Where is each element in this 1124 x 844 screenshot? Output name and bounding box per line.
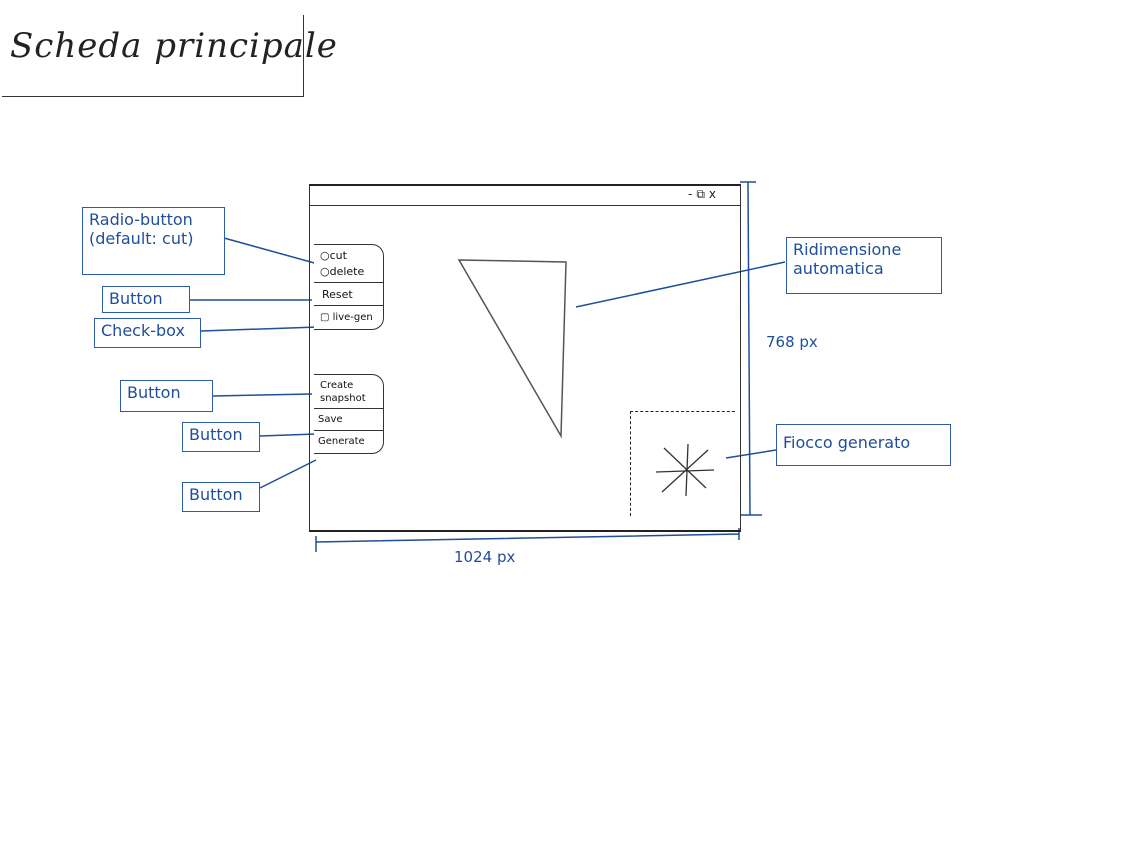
create-snapshot-label-line1: Create <box>320 380 354 391</box>
annotation-create-button: Button <box>120 380 213 412</box>
reset-button[interactable]: Reset <box>314 283 383 306</box>
window-controls: - ⧉ x <box>688 187 716 202</box>
radio-cut-label: cut <box>329 249 347 262</box>
action-panel: Create snapshot Save Generate <box>314 374 384 454</box>
width-label: 1024 px <box>454 548 516 566</box>
checkbox-icon: ▢ <box>320 312 330 323</box>
radio-cut[interactable]: ○cut <box>314 245 383 264</box>
create-snapshot-label-line2: snapshot <box>320 393 366 404</box>
create-snapshot-button[interactable]: Create snapshot <box>314 375 383 409</box>
height-dimension-line <box>740 181 762 516</box>
annotation-checkbox: Check-box <box>94 318 201 348</box>
tool-panel: ○cut ○delete Reset ▢ live-gen <box>314 244 384 330</box>
radio-icon: ○ <box>320 249 330 262</box>
annotation-radio: Radio-button (default: cut) <box>82 207 225 275</box>
close-button[interactable]: x <box>709 187 716 202</box>
annotation-save-button: Button <box>182 422 260 452</box>
generate-connector <box>259 459 317 489</box>
radio-connector <box>223 237 319 265</box>
annotation-resize: Ridimensione automatica <box>786 237 942 294</box>
maximize-button[interactable]: ⧉ <box>696 187 705 202</box>
height-label: 768 px <box>766 333 818 351</box>
save-connector <box>259 433 317 437</box>
annotation-generated: Fiocco generato <box>776 424 951 466</box>
app-window: - ⧉ x ○cut ○delete Reset ▢ live-gen Crea… <box>309 184 741 532</box>
checkbox-connector <box>200 326 319 332</box>
create-connector <box>212 393 313 397</box>
annotation-radio-line1: Radio-button <box>89 210 193 229</box>
generated-snowflake-area <box>630 411 735 516</box>
radio-icon: ○ <box>320 265 330 278</box>
generate-button[interactable]: Generate <box>314 431 383 453</box>
annotation-generate-button: Button <box>182 482 260 512</box>
radio-delete-label: delete <box>329 265 365 278</box>
annotation-resize-line1: Ridimensione <box>793 240 902 259</box>
radio-delete[interactable]: ○delete <box>314 264 383 283</box>
annotation-resize-line2: automatica <box>793 259 884 279</box>
live-gen-label: live-gen <box>332 312 373 323</box>
annotation-reset-button: Button <box>102 286 190 313</box>
save-button[interactable]: Save <box>314 409 383 431</box>
annotation-radio-line2: (default: cut) <box>89 229 194 249</box>
live-gen-checkbox[interactable]: ▢ live-gen <box>314 306 383 329</box>
window-titlebar: - ⧉ x <box>310 186 740 206</box>
minimize-button[interactable]: - <box>688 187 692 202</box>
